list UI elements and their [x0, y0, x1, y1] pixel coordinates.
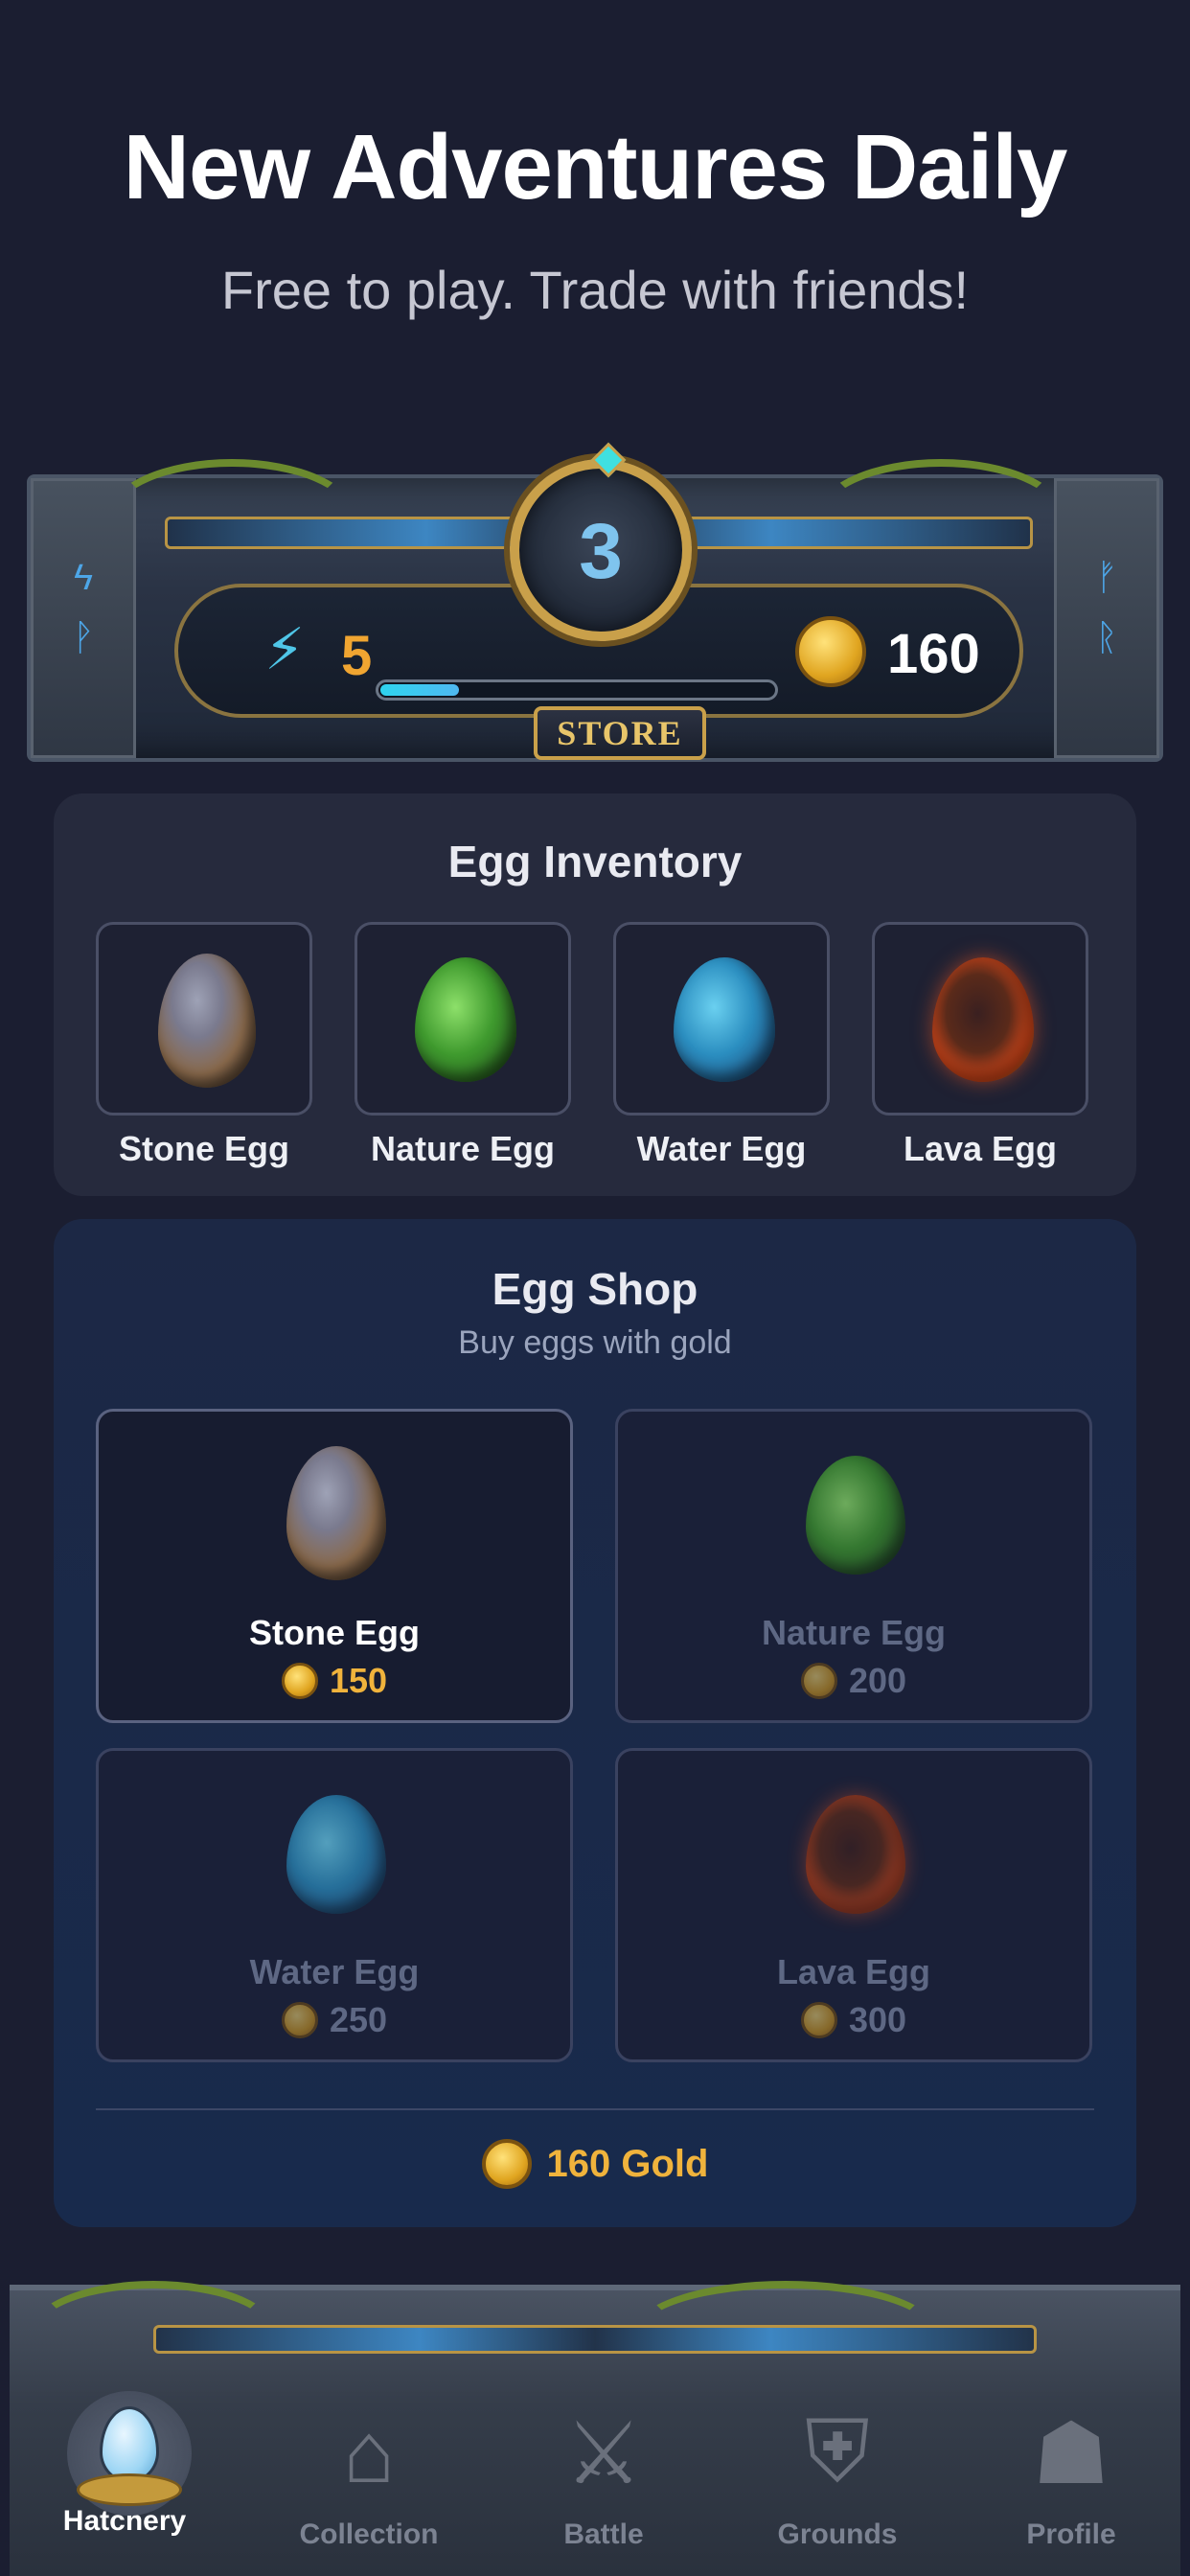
divider	[96, 2108, 1094, 2110]
stone-egg-icon	[158, 954, 256, 1088]
nav-label: Profile	[1026, 2518, 1116, 2550]
price-value: 300	[848, 2000, 907, 2039]
nature-egg-icon	[806, 1456, 905, 1575]
shop-card-lava-egg[interactable]: Lava Egg 300	[615, 1748, 1092, 2062]
inventory-label: Nature Egg	[370, 1129, 556, 1168]
shop-item-name: Water Egg	[249, 1952, 420, 1991]
nav-item-hatchery[interactable]: Hatchery	[29, 2391, 220, 2538]
egg-nest-icon	[67, 2391, 192, 2516]
egg-shop-panel: Egg Shop Buy eggs with gold Stone Egg 15…	[54, 1219, 1136, 2227]
inventory-slot-stone[interactable]	[96, 922, 312, 1116]
house-icon: ⌂	[342, 2404, 396, 2501]
vine-decoration	[29, 2281, 278, 2386]
crossed-swords-icon: ⚔	[564, 2405, 643, 2502]
gold-count: 160	[887, 623, 980, 685]
vine-decoration	[632, 2281, 939, 2386]
nav-item-grounds[interactable]: ⛨ Grounds	[742, 2396, 933, 2551]
gold-balance-label: 160 Gold	[546, 2142, 709, 2185]
energy-count: 5	[341, 625, 373, 687]
nav-label: Grounds	[777, 2518, 898, 2550]
shop-item-name: Lava Egg	[776, 1952, 931, 1991]
xp-progress-bar	[376, 679, 778, 701]
price-value: 250	[329, 2000, 388, 2039]
shop-item-price: 300	[618, 2000, 1089, 2040]
inventory-slot-lava[interactable]	[872, 922, 1088, 1116]
nature-egg-icon	[415, 957, 516, 1082]
gold-coin-icon	[800, 2002, 837, 2038]
gold-coin-icon	[800, 1663, 837, 1699]
gold-coin-icon	[281, 2002, 318, 2038]
vine-decoration	[107, 459, 356, 574]
status-frame: ϟ ᚹ ᚠ ᚱ ⚡ 5 160 3 STORE	[27, 442, 1163, 762]
price-value: 150	[329, 1661, 388, 1700]
bottom-navigation: Hatchery ⌂ Collection ⚔ Battle ⛨ Grounds…	[10, 2281, 1180, 2576]
page-subtitle: Free to play. Trade with friends!	[220, 260, 970, 320]
gold-coin-icon	[481, 2139, 532, 2189]
water-egg-icon	[674, 957, 775, 1082]
nav-label: Collection	[299, 2518, 439, 2550]
stone-egg-icon	[286, 1446, 386, 1580]
gold-coin-icon	[795, 616, 866, 687]
nest-icon	[77, 2473, 182, 2506]
rune-icon: ᚹ	[72, 618, 95, 658]
shop-item-price: 200	[618, 1661, 1089, 1701]
store-button[interactable]: STORE	[534, 706, 706, 760]
nav-item-profile[interactable]: ☗ Profile	[975, 2396, 1167, 2551]
level-number: 3	[579, 508, 623, 595]
inventory-slot-water[interactable]	[613, 922, 830, 1116]
inventory-slot-nature[interactable]	[355, 922, 571, 1116]
level-badge: 3	[510, 442, 692, 641]
inventory-label: Stone Egg	[119, 1129, 289, 1168]
price-value: 200	[848, 1661, 907, 1700]
rune-icon: ᚠ	[1095, 558, 1118, 598]
inventory-label: Lava Egg	[903, 1129, 1058, 1168]
shop-card-nature-egg[interactable]: Nature Egg 200	[615, 1409, 1092, 1723]
rune-icon: ᚱ	[1095, 618, 1118, 658]
shop-card-water-egg[interactable]: Water Egg 250	[96, 1748, 573, 2062]
shop-item-price: 250	[99, 2000, 570, 2040]
gold-coin-icon	[281, 1663, 318, 1699]
gold-balance: 160 Gold	[54, 2139, 1136, 2189]
shield-sword-icon: ⛨	[805, 2404, 870, 2500]
rune-icon: ϟ	[73, 558, 94, 598]
right-pillar: ᚠ ᚱ	[1054, 478, 1159, 758]
hooded-figure-icon: ☗	[1032, 2405, 1110, 2502]
vine-decoration	[816, 459, 1065, 574]
inventory-label: Water Egg	[636, 1129, 807, 1168]
water-egg-icon	[286, 1795, 386, 1914]
gem-icon	[590, 442, 627, 478]
lava-egg-icon	[932, 957, 1034, 1082]
shop-card-stone-egg[interactable]: Stone Egg 150	[96, 1409, 573, 1723]
shop-item-name: Nature Egg	[761, 1613, 947, 1652]
egg-inventory-panel: Egg Inventory Stone Egg Nature Egg Water…	[54, 794, 1136, 1196]
shop-subtitle: Buy eggs with gold	[458, 1324, 732, 1361]
inventory-title: Egg Inventory	[447, 837, 743, 886]
nav-item-collection[interactable]: ⌂ Collection	[273, 2396, 465, 2551]
lava-egg-icon	[806, 1795, 905, 1914]
nav-label: Battle	[563, 2518, 644, 2550]
shop-item-price: 150	[99, 1661, 570, 1701]
page-title: New Adventures Daily	[123, 116, 1068, 218]
xp-progress-fill	[380, 684, 459, 696]
lightning-icon: ⚡	[264, 617, 306, 681]
nav-item-battle[interactable]: ⚔ Battle	[508, 2396, 699, 2551]
shop-item-name: Stone Egg	[249, 1613, 420, 1652]
shop-title: Egg Shop	[492, 1264, 698, 1314]
